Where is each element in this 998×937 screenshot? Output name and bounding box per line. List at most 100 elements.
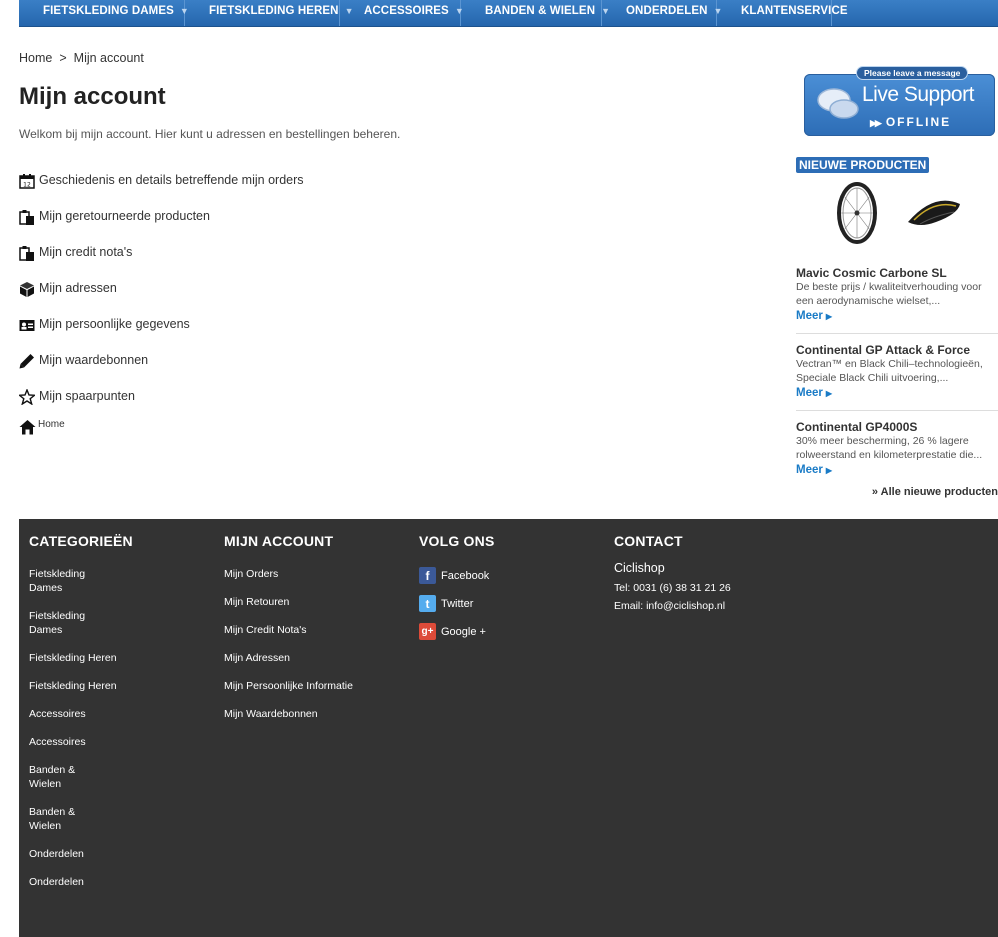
google-plus-icon: g+ [419, 623, 436, 640]
more-label: Meer [796, 310, 823, 322]
facebook-link[interactable]: f Facebook [419, 567, 495, 584]
product-name[interactable]: Continental GP Attack & Force [796, 343, 998, 357]
clipboard-icon [19, 210, 34, 225]
svg-text:12: 12 [23, 182, 31, 189]
account-link-addresses[interactable]: Mijn adressen [19, 280, 304, 316]
breadcrumb: Home > Mijn account [19, 51, 144, 65]
pencil-icon [19, 354, 34, 369]
product-more-link[interactable]: Meer ▶ [796, 308, 998, 325]
account-links-list: 12 Geschiedenis en details betreffende m… [19, 172, 304, 424]
product-more-link[interactable]: Meer ▶ [796, 462, 998, 479]
nav-label: BANDEN & WIELEN [485, 5, 596, 17]
star-icon [19, 389, 35, 405]
account-link-label: Mijn waardebonnen [39, 353, 149, 367]
product-item: Mavic Cosmic Carbone SL De beste prijs /… [796, 266, 998, 334]
clipboard-icon [19, 246, 34, 261]
account-link-label: Mijn geretourneerde producten [39, 209, 210, 223]
footer-account-link[interactable]: Mijn Persoonlijke Informatie [224, 679, 353, 693]
live-support-title: Live Support [862, 83, 974, 106]
all-new-products-link[interactable]: » Alle nieuwe producten [872, 486, 998, 498]
footer-follow-title: VOLG ONS [419, 533, 495, 549]
nav-item-klantenservice[interactable]: KLANTENSERVICE [717, 0, 848, 26]
account-link-order-history[interactable]: 12 Geschiedenis en details betreffende m… [19, 172, 304, 208]
bottom-home-link[interactable]: Home [19, 419, 65, 435]
breadcrumb-current: Mijn account [73, 51, 144, 65]
account-link-personal-info[interactable]: Mijn persoonlijke gegevens [19, 316, 304, 352]
product-description: Vectran™ en Black Chili–technologieën, S… [796, 358, 983, 384]
nav-label: ONDERDELEN [626, 5, 708, 17]
main-navigation: FIETSKLEDING DAMES ▼ FIETSKLEDING HEREN ▼ … [19, 0, 998, 27]
footer-category-link[interactable]: Accessoires [29, 735, 119, 749]
contact-email[interactable]: Email: info@ciclishop.nl [614, 600, 731, 612]
arrow-right-icon: ▶ [825, 389, 833, 398]
account-link-label: Mijn adressen [39, 281, 117, 295]
nav-item-onderdelen[interactable]: ONDERDELEN ▼ [602, 0, 722, 26]
nav-label: ACCESSOIRES [364, 5, 449, 17]
product-description: 30% meer bescherming, 26 % lagere rolwee… [796, 435, 983, 461]
new-products-thumbnails [837, 182, 960, 244]
intro-text: Welkom bij mijn account. Hier kunt u adr… [19, 127, 401, 141]
footer-category-link[interactable]: Fietskleding Heren [29, 651, 119, 665]
footer-category-link[interactable]: Onderdelen [29, 847, 119, 861]
nav-label: FIETSKLEDING DAMES [43, 5, 174, 17]
footer-category-link[interactable]: Banden & Wielen [29, 763, 84, 791]
social-label: Google + [441, 625, 486, 638]
twitter-icon: t [419, 595, 436, 612]
social-label: Facebook [441, 569, 490, 582]
footer-account-link[interactable]: Mijn Credit Nota's [224, 623, 353, 637]
product-name[interactable]: Mavic Cosmic Carbone SL [796, 266, 998, 280]
footer-account-link[interactable]: Mijn Orders [224, 567, 353, 581]
footer: CATEGORIEËN Fietskleding Dames Fietskled… [19, 519, 998, 937]
footer-category-link[interactable]: Onderdelen [29, 875, 119, 889]
product-more-link[interactable]: Meer ▶ [796, 385, 998, 402]
home-icon [19, 420, 36, 435]
footer-follow: VOLG ONS f Facebook t Twitter g+ Google … [419, 533, 495, 651]
nav-item-accessoires[interactable]: ACCESSOIRES ▼ [340, 0, 464, 26]
new-products-badge: NIEUWE PRODUCTEN [796, 157, 930, 173]
nav-label: KLANTENSERVICE [741, 5, 848, 17]
footer-contact: CONTACT Ciclishop Tel: 0031 (6) 38 31 21… [614, 533, 731, 618]
nav-item-banden-wielen[interactable]: BANDEN & WIELEN ▼ [461, 0, 610, 26]
arrow-right-icon: ▶ [825, 466, 833, 475]
google-plus-link[interactable]: g+ Google + [419, 623, 495, 640]
account-link-label: Mijn credit nota's [39, 245, 133, 259]
product-description: De beste prijs / kwaliteitverhouding voo… [796, 281, 982, 307]
product-item: Continental GP Attack & Force Vectran™ e… [796, 343, 998, 411]
more-label: Meer [796, 387, 823, 399]
box-icon [20, 282, 34, 297]
double-chevron-icon: ▶▶ [870, 118, 882, 128]
page-title: Mijn account [19, 83, 166, 110]
live-support-status-label: OFFLINE [885, 115, 952, 129]
nav-item-fietskleding-heren[interactable]: FIETSKLEDING HEREN ▼ [185, 0, 354, 26]
account-link-vouchers[interactable]: Mijn waardebonnen [19, 352, 304, 388]
footer-category-link[interactable]: Banden & Wielen [29, 805, 84, 833]
footer-category-link[interactable]: Fietskleding Dames [29, 609, 119, 637]
footer-account-link[interactable]: Mijn Waardebonnen [224, 707, 353, 721]
footer-account: MIJN ACCOUNT Mijn Orders Mijn Retouren M… [224, 533, 353, 735]
arrow-right-icon: ▶ [825, 312, 833, 321]
footer-account-link[interactable]: Mijn Retouren [224, 595, 353, 609]
account-link-returns[interactable]: Mijn geretourneerde producten [19, 208, 304, 244]
contact-phone: Tel: 0031 (6) 38 31 21 26 [614, 582, 731, 594]
more-label: Meer [796, 464, 823, 476]
account-link-credit-notes[interactable]: Mijn credit nota's [19, 244, 304, 280]
footer-category-link[interactable]: Fietskleding Dames [29, 567, 119, 595]
breadcrumb-home-link[interactable]: Home [19, 51, 52, 65]
product-name[interactable]: Continental GP4000S [796, 420, 998, 434]
social-label: Twitter [441, 597, 474, 610]
live-support-message: Please leave a message [856, 66, 969, 80]
twitter-link[interactable]: t Twitter [419, 595, 495, 612]
live-support-status: ▶▶ OFFLINE [870, 115, 951, 129]
nav-item-fietskleding-dames[interactable]: FIETSKLEDING DAMES ▼ [19, 0, 189, 26]
footer-category-link[interactable]: Fietskleding Heren [29, 679, 119, 693]
live-support-button[interactable]: Please leave a message Live Support ▶▶ OF… [804, 66, 995, 136]
footer-account-link[interactable]: Mijn Adressen [224, 651, 353, 665]
wheel-thumbnail[interactable] [837, 182, 877, 244]
tire-thumbnail[interactable] [908, 200, 960, 225]
footer-categories: CATEGORIEËN Fietskleding Dames Fietskled… [29, 533, 133, 903]
calendar-icon: 12 [19, 174, 35, 189]
footer-account-title: MIJN ACCOUNT [224, 533, 334, 549]
product-item: Continental GP4000S 30% meer bescherming… [796, 420, 998, 487]
account-link-label: Mijn spaarpunten [39, 389, 135, 403]
footer-category-link[interactable]: Accessoires [29, 707, 119, 721]
